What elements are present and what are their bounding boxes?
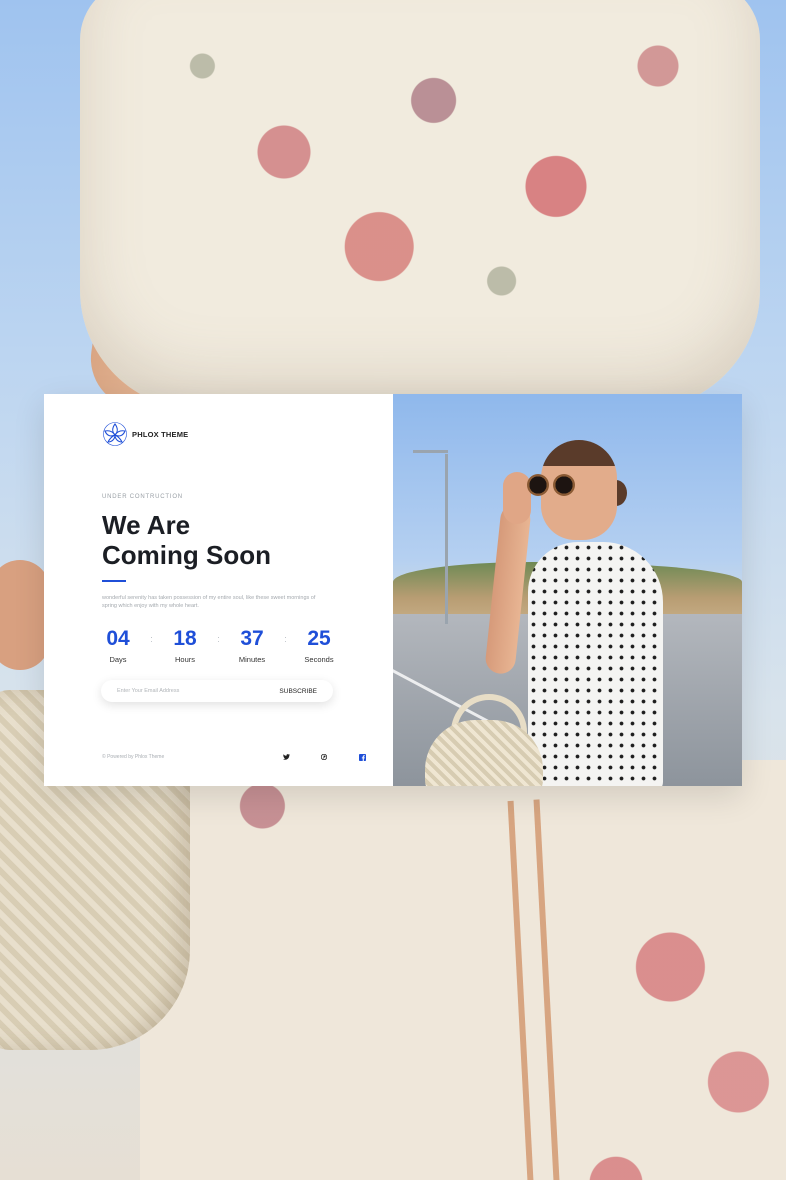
photo-street-pole <box>445 454 448 624</box>
status-eyebrow: UNDER CONTRUCTION <box>102 494 183 500</box>
lotus-logo-icon <box>103 422 127 446</box>
countdown-seconds: 25 Seconds <box>297 626 341 664</box>
countdown-minutes: 37 Minutes <box>230 626 274 664</box>
hero-description: wonderful serenity has taken possession … <box>102 595 316 609</box>
copyright-text: © Powered by Phlox Theme <box>102 754 165 760</box>
title-line-2: Coming Soon <box>102 540 271 570</box>
countdown-days-value: 04 <box>106 627 130 650</box>
brand-logo[interactable]: PHLOX THEME <box>102 421 188 447</box>
twitter-link[interactable] <box>281 752 291 762</box>
countdown-seconds-value: 25 <box>307 627 331 650</box>
facebook-link[interactable] <box>357 752 367 762</box>
countdown-separator: : <box>150 634 153 644</box>
subscribe-form: SUBSCRIBE <box>101 680 333 702</box>
page-title: We Are Coming Soon <box>102 510 362 570</box>
countdown-seconds-label: Seconds <box>304 655 334 664</box>
countdown-days-label: Days <box>109 655 127 664</box>
coming-soon-card: PHLOX THEME UNDER CONTRUCTION We Are Com… <box>44 394 742 786</box>
pinterest-link[interactable] <box>319 752 329 762</box>
social-links <box>281 752 367 762</box>
email-input[interactable] <box>101 680 274 702</box>
title-line-1: We Are <box>102 510 191 540</box>
countdown-minutes-label: Minutes <box>238 655 266 664</box>
background-floral-skirt <box>140 760 786 1180</box>
countdown-separator: : <box>217 634 220 644</box>
title-underline <box>102 580 126 582</box>
countdown-minutes-value: 37 <box>240 627 264 650</box>
card-content-panel: PHLOX THEME UNDER CONTRUCTION We Are Com… <box>44 394 393 786</box>
background-hand <box>0 560 50 670</box>
facebook-icon <box>358 753 366 761</box>
card-footer: © Powered by Phlox Theme <box>102 752 367 762</box>
countdown-days: 04 Days <box>96 626 140 664</box>
pinterest-icon <box>321 754 327 760</box>
hero-photo <box>393 394 742 786</box>
countdown-hours-label: Hours <box>174 655 195 664</box>
twitter-icon <box>282 754 290 760</box>
countdown-separator: : <box>284 634 287 644</box>
subscribe-button[interactable]: SUBSCRIBE <box>273 680 333 702</box>
photo-polka-dot-dress <box>528 542 663 786</box>
photo-sunglasses <box>527 474 579 496</box>
countdown-hours-value: 18 <box>173 627 197 650</box>
photo-street-lamp <box>413 450 448 453</box>
countdown-hours: 18 Hours <box>163 626 207 664</box>
background-floral-dress <box>80 0 760 410</box>
countdown-timer: 04 Days : 18 Hours : 37 Minutes : 25 Sec… <box>96 626 341 664</box>
brand-name: PHLOX THEME <box>132 429 189 439</box>
